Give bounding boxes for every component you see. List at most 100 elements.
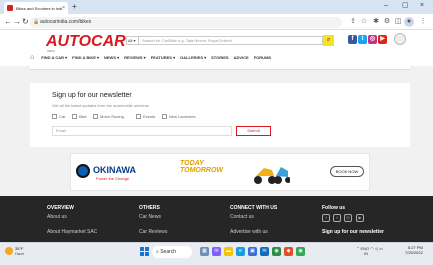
- nav-galleries[interactable]: GALLERIES ▾: [180, 55, 206, 60]
- autocar-logo[interactable]: AUTOCAR: [46, 33, 126, 51]
- main-nav: ⌂ FIND A CAR ▾ FIND A BIKE ▾ NEWS ▾ REVI…: [30, 53, 410, 62]
- tab-close-icon[interactable]: ×: [62, 5, 65, 11]
- settings-icon[interactable]: ⚙: [382, 17, 392, 27]
- url-text: autocarindia.com/bikes: [40, 19, 92, 25]
- checkbox-icon: [136, 114, 141, 119]
- system-clock[interactable]: 5:27 PM 7/25/2022: [405, 245, 423, 255]
- search-category-select[interactable]: All ▾: [126, 36, 139, 45]
- checkbox-car[interactable]: Car: [52, 114, 65, 119]
- nav-advice[interactable]: ADVICE: [234, 55, 249, 60]
- checkbox-motor-racing[interactable]: Motor Racing: [93, 114, 124, 119]
- footer-link[interactable]: Car Reviews: [139, 229, 167, 235]
- footer-link[interactable]: Contact us: [230, 214, 254, 220]
- ad-headline-line2: TOMORROW: [180, 167, 224, 174]
- user-avatar[interactable]: [394, 33, 406, 45]
- ad-headline-line1: TODAY: [180, 160, 204, 167]
- footer-newsletter-link[interactable]: Sign up for our newsletter: [322, 229, 384, 235]
- lock-icon: 🔒: [33, 19, 40, 25]
- chevron-up-icon[interactable]: ⌃: [356, 246, 359, 251]
- share-icon[interactable]: ⇪: [348, 17, 358, 27]
- close-window-button[interactable]: ×: [420, 2, 424, 10]
- footer-link[interactable]: Car News: [139, 214, 161, 220]
- footer-link[interactable]: Advertise with us: [230, 229, 268, 235]
- address-bar[interactable]: 🔒 autocarindia.com/bikes: [30, 17, 342, 28]
- menu-icon[interactable]: ⋮: [418, 17, 428, 27]
- store-icon[interactable]: ▣: [248, 247, 257, 256]
- sidebar-icon[interactable]: ◫: [393, 17, 403, 27]
- app-icon[interactable]: ◆: [284, 247, 293, 256]
- widget-icon[interactable]: ▦: [200, 247, 209, 256]
- battery-icon[interactable]: ▭: [379, 246, 383, 251]
- nav-find-car[interactable]: FIND A CAR ▾: [41, 55, 67, 60]
- maximize-button[interactable]: ▢: [402, 2, 409, 10]
- weather-desc: Haze: [15, 251, 25, 256]
- instagram-icon[interactable]: ◎: [368, 35, 377, 44]
- home-icon[interactable]: ⌂: [30, 54, 34, 61]
- nav-stories[interactable]: STORIES: [211, 55, 229, 60]
- book-now-button[interactable]: BOOK NOW: [330, 166, 364, 177]
- youtube-icon[interactable]: ▶: [378, 35, 387, 44]
- checkbox-icon: [72, 114, 77, 119]
- checkbox-new-launches[interactable]: New Launches: [162, 114, 195, 119]
- scooter-image: [254, 167, 290, 184]
- taskbar-search-label: Search: [160, 249, 177, 255]
- speaker-icon[interactable]: ◁: [375, 246, 378, 251]
- footer-col-title: CONNECT WITH US: [230, 205, 278, 211]
- checkbox-bike[interactable]: Bike: [72, 114, 87, 119]
- email-field[interactable]: Email: [52, 126, 232, 136]
- footer-col-title: Follow us: [322, 205, 346, 211]
- facebook-icon[interactable]: f: [322, 214, 330, 222]
- instagram-icon[interactable]: ◎: [344, 214, 352, 222]
- taskbar-search[interactable]: ⌕ Search: [152, 246, 192, 258]
- checkbox-label: Events: [143, 114, 156, 119]
- file-explorer-icon[interactable]: ▬: [224, 247, 233, 256]
- ad-brand: OKINAWA: [93, 165, 137, 175]
- back-button[interactable]: ←: [4, 17, 12, 27]
- profile-icon[interactable]: ●: [404, 17, 414, 27]
- forward-button[interactable]: →: [13, 17, 21, 27]
- okinawa-logo-icon: [76, 164, 90, 178]
- footer-link[interactable]: About Haymarket SAC: [47, 229, 97, 235]
- nav-features[interactable]: FEATURES ▾: [151, 55, 175, 60]
- chat-icon[interactable]: ✉: [212, 247, 221, 256]
- ad-tagline: Power the Change: [96, 176, 130, 181]
- checkbox-icon: [93, 114, 98, 119]
- ad-headline: TODAY TOMORROW: [180, 160, 223, 174]
- twitter-icon[interactable]: t: [358, 35, 367, 44]
- system-tray[interactable]: ⌃ ENG ◠ ◁ ▭: [356, 246, 383, 251]
- browser-tab[interactable]: Bikes and Scooters in India - Pric ×: [4, 2, 68, 14]
- wifi-icon[interactable]: ◠: [370, 246, 374, 251]
- new-tab-button[interactable]: +: [72, 3, 77, 11]
- nav-news[interactable]: NEWS ▾: [104, 55, 119, 60]
- footer-col-title: OTHERS: [139, 205, 160, 211]
- nav-forums[interactable]: FORUMS: [254, 55, 271, 60]
- checkbox-label: New Launches: [169, 114, 196, 119]
- chrome-icon[interactable]: ◉: [272, 247, 281, 256]
- bookmark-star-icon[interactable]: ☆: [359, 17, 369, 27]
- nav-find-bike[interactable]: FIND A BIKE ▾: [72, 55, 99, 60]
- checkbox-events[interactable]: Events: [136, 114, 155, 119]
- sun-icon[interactable]: [5, 247, 13, 255]
- extension-icon[interactable]: ✱: [371, 17, 381, 27]
- youtube-icon[interactable]: ▶: [356, 214, 364, 222]
- content-strip: [30, 62, 410, 70]
- edge-icon[interactable]: e: [236, 247, 245, 256]
- site-search-input[interactable]: Search for Car/Bike e.g. Tata Nexon, Roy…: [139, 36, 323, 45]
- facebook-icon[interactable]: f: [348, 35, 357, 44]
- checkbox-icon: [52, 114, 57, 119]
- windows-start-icon[interactable]: [140, 247, 149, 256]
- checkbox-icon: [162, 114, 167, 119]
- minimize-button[interactable]: –: [384, 2, 388, 10]
- twitter-icon[interactable]: t: [333, 214, 341, 222]
- mail-icon[interactable]: ✉: [260, 247, 269, 256]
- nav-reviews[interactable]: REVIEWS ▾: [124, 55, 146, 60]
- checkbox-label: Bike: [79, 114, 87, 119]
- chrome-icon[interactable]: ◉: [296, 247, 305, 256]
- reload-button[interactable]: ↻: [22, 17, 29, 27]
- search-icon[interactable]: ⌕: [323, 35, 334, 46]
- footer-link[interactable]: About us: [47, 214, 67, 220]
- footer-col-title: OVERVIEW: [47, 205, 74, 211]
- submit-button[interactable]: Submit: [236, 126, 271, 136]
- lang-2: IN: [364, 251, 368, 256]
- tab-title: Bikes and Scooters in India - Pric: [16, 5, 62, 11]
